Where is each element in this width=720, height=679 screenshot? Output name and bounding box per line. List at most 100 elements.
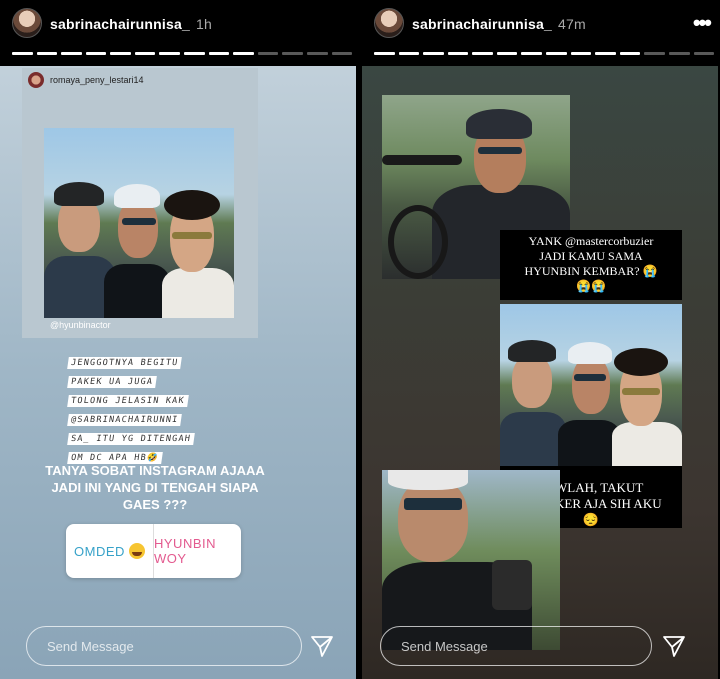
send-message-input[interactable]: Send Message — [26, 626, 302, 666]
progress-segment — [496, 52, 518, 55]
question-line: TANYA SOBAT INSTAGRAM AJAAA — [45, 463, 265, 478]
progress-segment — [619, 52, 641, 55]
cap — [568, 342, 612, 364]
laughing-emoji-icon — [128, 543, 145, 559]
progress-segment — [159, 52, 181, 55]
caption-line: 😭😭 — [576, 279, 606, 293]
poll-sticker: OMDED HYUNBIN WOY — [66, 524, 241, 578]
person-face — [512, 354, 552, 408]
person-face — [398, 478, 468, 562]
bike-handlebar — [382, 155, 462, 165]
story-text-block: JENGGOTNYA BEGITU PAKEK UA JUGA TOLONG J… — [67, 352, 228, 466]
progress-segment — [546, 52, 567, 55]
progress-segment — [472, 52, 493, 55]
story-text-line: JENGGOTNYA BEGITU — [67, 357, 183, 369]
cap — [466, 109, 532, 139]
progress-segment — [570, 52, 592, 55]
poll-option-a[interactable]: OMDED — [66, 524, 154, 578]
story-text-line: TOLONG JELASIN KAK — [67, 395, 189, 407]
question-line: JADI INI YANG DI TENGAH SIAPA — [51, 480, 259, 495]
story-progress — [374, 52, 715, 55]
trio-photo — [500, 304, 682, 466]
sunglasses — [622, 388, 660, 395]
story-time: 47m — [557, 16, 586, 32]
progress-segment — [644, 52, 665, 55]
progress-segment — [668, 52, 690, 55]
more-options-icon[interactable]: ••• — [693, 10, 712, 36]
trio-photo — [44, 128, 234, 318]
progress-segment — [184, 52, 205, 55]
sunglasses — [122, 218, 156, 225]
person-body — [500, 412, 566, 466]
sunglasses — [404, 498, 462, 510]
avatar[interactable] — [12, 8, 42, 38]
repost-username: romaya_peny_lestari14 — [50, 75, 144, 85]
poll-option-b[interactable]: HYUNBIN WOY — [154, 524, 241, 578]
poll-option-b-label: HYUNBIN WOY — [154, 536, 217, 566]
person-body — [558, 420, 620, 466]
story-username[interactable]: sabrinachairunnisa_ 1h — [50, 16, 212, 32]
progress-segment — [61, 52, 82, 55]
username-text: sabrinachairunnisa_ — [412, 16, 552, 32]
camera-gear — [492, 560, 532, 610]
caption-1: YANK @mastercorbuzier JADI KAMU SAMA HYU… — [500, 230, 682, 300]
send-message-placeholder: Send Message — [401, 639, 488, 654]
cap — [54, 182, 104, 206]
story-username[interactable]: sabrinachairunnisa_ 47m — [412, 16, 586, 32]
story-time: 1h — [195, 16, 212, 32]
progress-segment — [257, 52, 279, 55]
progress-segment — [134, 52, 156, 55]
progress-segment — [36, 52, 58, 55]
progress-segment — [282, 52, 303, 55]
progress-segment — [447, 52, 469, 55]
progress-segment — [110, 52, 131, 55]
username-text: sabrinachairunnisa_ — [50, 16, 190, 32]
progress-segment — [521, 52, 543, 55]
avatar[interactable] — [374, 8, 404, 38]
poll-option-a-label: OMDED — [74, 543, 125, 559]
sunglasses — [478, 147, 522, 154]
caption-line: YANK @mastercorbuzier — [528, 234, 654, 248]
sunglasses — [574, 374, 606, 381]
progress-segment — [693, 52, 715, 55]
hair — [164, 190, 220, 220]
cap — [508, 340, 556, 362]
progress-segment — [306, 52, 328, 55]
send-direct-icon[interactable] — [310, 634, 334, 658]
question-text: TANYA SOBAT INSTAGRAM AJAAA JADI INI YAN… — [20, 462, 290, 513]
progress-segment — [595, 52, 616, 55]
progress-segment — [331, 52, 353, 55]
send-message-input[interactable]: Send Message — [380, 626, 652, 666]
story-panel-left[interactable]: sabrinachairunnisa_ 1h romaya_peny_lestar… — [0, 0, 356, 679]
send-message-placeholder: Send Message — [47, 639, 134, 654]
bike-wheel — [388, 205, 448, 279]
cap — [114, 184, 160, 208]
story-text-line: PAKEK UA JUGA — [67, 376, 157, 388]
person-body — [612, 422, 682, 466]
selfie-photo — [382, 470, 560, 650]
sunglasses — [172, 232, 212, 239]
story-header: sabrinachairunnisa_ 47m ••• — [362, 0, 718, 66]
progress-segment — [233, 52, 254, 55]
story-panel-right[interactable]: sabrinachairunnisa_ 47m ••• YANK @masterc… — [362, 0, 718, 679]
story-progress — [12, 52, 353, 55]
progress-segment — [398, 52, 420, 55]
repost-avatar — [28, 72, 44, 88]
cap — [388, 470, 468, 490]
photo-mention-tag[interactable]: @hyunbinactor — [50, 320, 111, 330]
progress-segment — [374, 52, 395, 55]
hair — [614, 348, 668, 376]
person-body — [104, 264, 170, 318]
story-header: sabrinachairunnisa_ 1h — [0, 0, 356, 66]
progress-segment — [12, 52, 33, 55]
caption-line: HYUNBIN KEMBAR? 😭 — [524, 264, 658, 278]
person-body — [162, 268, 234, 318]
progress-segment — [208, 52, 230, 55]
progress-segment — [423, 52, 444, 55]
repost-header: romaya_peny_lestari14 — [28, 72, 144, 88]
send-direct-icon[interactable] — [662, 634, 686, 658]
caption-line: JADI KAMU SAMA — [539, 249, 643, 263]
story-text-line: @SABRINACHAIRUNNI — [67, 414, 183, 426]
progress-segment — [85, 52, 107, 55]
person-face — [572, 356, 610, 414]
